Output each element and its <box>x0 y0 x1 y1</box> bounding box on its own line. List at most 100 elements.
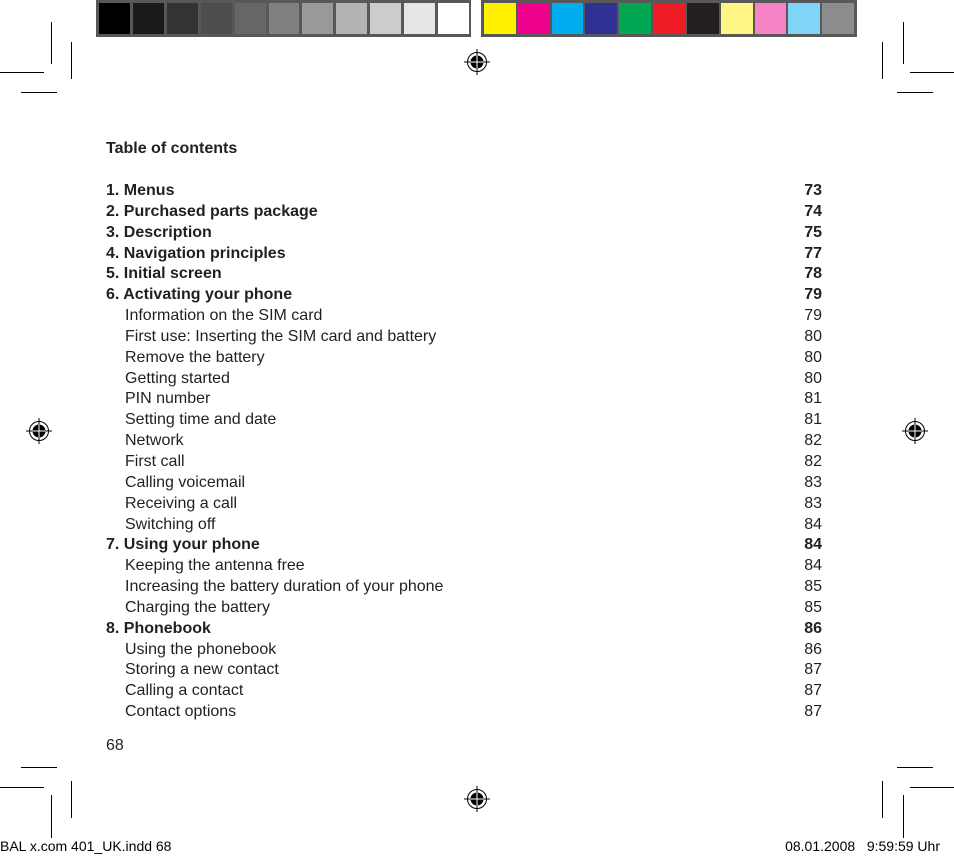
slug-timestamp: 08.01.2008 9:59:59 Uhr <box>785 838 940 854</box>
toc-entry-page: 73 <box>804 182 822 199</box>
registration-mark-icon <box>902 418 928 444</box>
toc-entry-page: 75 <box>804 223 822 241</box>
color-swatch <box>653 3 685 34</box>
crop-mark <box>910 787 954 788</box>
color-swatch <box>268 3 300 34</box>
toc-entry-page: 81 <box>804 411 822 429</box>
toc-section-entry: Calling voicemail 83 <box>106 473 822 494</box>
crop-mark <box>903 795 904 838</box>
crop-mark <box>21 767 57 768</box>
toc-entry-page: 80 <box>804 348 822 366</box>
toc-entry-page: 82 <box>804 432 822 450</box>
slug-date: 08.01.2008 <box>785 838 856 854</box>
toc-entry-label: 1. Menus <box>106 182 175 199</box>
toc-entry-label: Increasing the battery duration of your … <box>125 578 444 596</box>
slug-filename: BAL x.com 401_UK.indd 68 <box>0 838 172 854</box>
toc-entry-label: 3. Description <box>106 223 212 241</box>
crop-mark <box>71 781 72 818</box>
page-number: 68 <box>106 737 124 754</box>
toc-chapter-entry: 3. Description 75 <box>106 223 822 244</box>
toc-entry-page: 87 <box>804 682 822 700</box>
toc-section-entry: Storing a new contact 87 <box>106 660 822 681</box>
registration-mark-icon <box>26 418 52 444</box>
crop-mark <box>21 92 57 93</box>
toc-entry-page: 78 <box>804 265 822 283</box>
toc-entry-page: 79 <box>804 307 822 325</box>
color-swatch <box>686 3 719 34</box>
color-swatch <box>234 3 266 34</box>
toc-entry-label: First use: Inserting the SIM card and ba… <box>125 327 437 345</box>
toc-entry-label: Calling voicemail <box>125 473 246 491</box>
toc-entry-page: 84 <box>804 536 822 554</box>
toc-entry-page: 84 <box>804 515 822 533</box>
color-swatch <box>132 3 164 34</box>
color-swatch <box>302 3 334 34</box>
color-swatch <box>788 3 821 34</box>
toc-chapter-entry: 2. Purchased parts package 74 <box>106 202 822 223</box>
toc-section-entry: Network 82 <box>106 431 822 452</box>
toc-entry-label: Using the phonebook <box>125 640 277 658</box>
toc-entry-label: Setting time and date <box>125 411 277 429</box>
toc-entry-page: 85 <box>804 578 822 596</box>
crop-mark <box>71 42 72 79</box>
color-swatch <box>370 3 402 34</box>
crop-mark <box>903 22 904 64</box>
table-of-contents: 1. Menus 73 2. Purchased parts package 74 3.… <box>106 181 822 723</box>
toc-entry-label: 6. Activating your phone <box>106 286 293 304</box>
color-swatch <box>484 3 516 34</box>
toc-section-entry: Increasing the battery duration of your … <box>106 577 822 598</box>
color-swatch <box>585 3 618 34</box>
color-swatch <box>438 3 469 34</box>
toc-chapter-entry: 7. Using your phone 84 <box>106 535 822 556</box>
toc-entry-label: Charging the battery <box>125 598 270 616</box>
toc-section-entry: Switching off 84 <box>106 515 822 536</box>
registration-mark-icon <box>464 786 490 812</box>
toc-section-entry: Contact options 87 <box>106 702 822 723</box>
toc-entry-page: 87 <box>804 703 822 721</box>
color-swatch <box>754 3 787 34</box>
toc-chapter-entry: 6. Activating your phone 79 <box>106 285 822 306</box>
toc-entry-page: 86 <box>804 640 822 658</box>
toc-section-entry: Using the phonebook 86 <box>106 640 822 661</box>
slug-time: 9:59:59 Uhr <box>866 838 940 854</box>
toc-entry-page: 81 <box>804 390 822 408</box>
crop-mark <box>910 72 954 73</box>
toc-entry-label: First call <box>125 452 185 470</box>
crop-mark <box>51 22 52 64</box>
toc-section-entry: Calling a contact 87 <box>106 681 822 702</box>
crop-mark <box>882 781 883 818</box>
toc-chapter-entry: 4. Navigation principles 77 <box>106 244 822 265</box>
toc-entry-page: 80 <box>804 369 822 387</box>
toc-entry-label: Network <box>125 432 184 450</box>
color-swatch <box>551 3 584 34</box>
toc-entry-label: 2. Purchased parts package <box>106 202 318 220</box>
toc-chapter-entry: 1. Menus 73 <box>106 181 822 202</box>
toc-chapter-entry: 8. Phonebook 86 <box>106 619 822 640</box>
toc-section-entry: First use: Inserting the SIM card and ba… <box>106 327 822 348</box>
toc-entry-page: 80 <box>804 327 822 345</box>
crop-mark <box>882 42 883 79</box>
toc-entry-label: Receiving a call <box>125 494 238 512</box>
color-swatch <box>619 3 652 34</box>
grayscale-color-bar <box>96 0 471 37</box>
toc-entry-label: Getting started <box>125 369 230 387</box>
crop-mark <box>0 787 44 788</box>
toc-title: Table of contents <box>106 140 238 157</box>
toc-entry-label: 7. Using your phone <box>106 536 260 554</box>
toc-section-entry: Keeping the antenna free 84 <box>106 556 822 577</box>
toc-entry-label: PIN number <box>125 390 211 408</box>
color-swatch <box>166 3 198 34</box>
crop-mark <box>897 92 933 93</box>
toc-entry-page: 87 <box>804 661 822 679</box>
toc-entry-page: 83 <box>804 494 822 512</box>
toc-section-entry: First call 82 <box>106 452 822 473</box>
color-swatch <box>200 3 232 34</box>
toc-chapter-entry: 5. Initial screen 78 <box>106 264 822 285</box>
toc-entry-label: 5. Initial screen <box>106 265 222 283</box>
process-color-bar <box>481 0 857 37</box>
toc-entry-page: 86 <box>804 619 822 637</box>
toc-section-entry: Information on the SIM card 79 <box>106 306 822 327</box>
toc-entry-label: Storing a new contact <box>125 661 279 679</box>
toc-entry-label: Information on the SIM card <box>125 307 323 325</box>
toc-section-entry: Charging the battery 85 <box>106 598 822 619</box>
